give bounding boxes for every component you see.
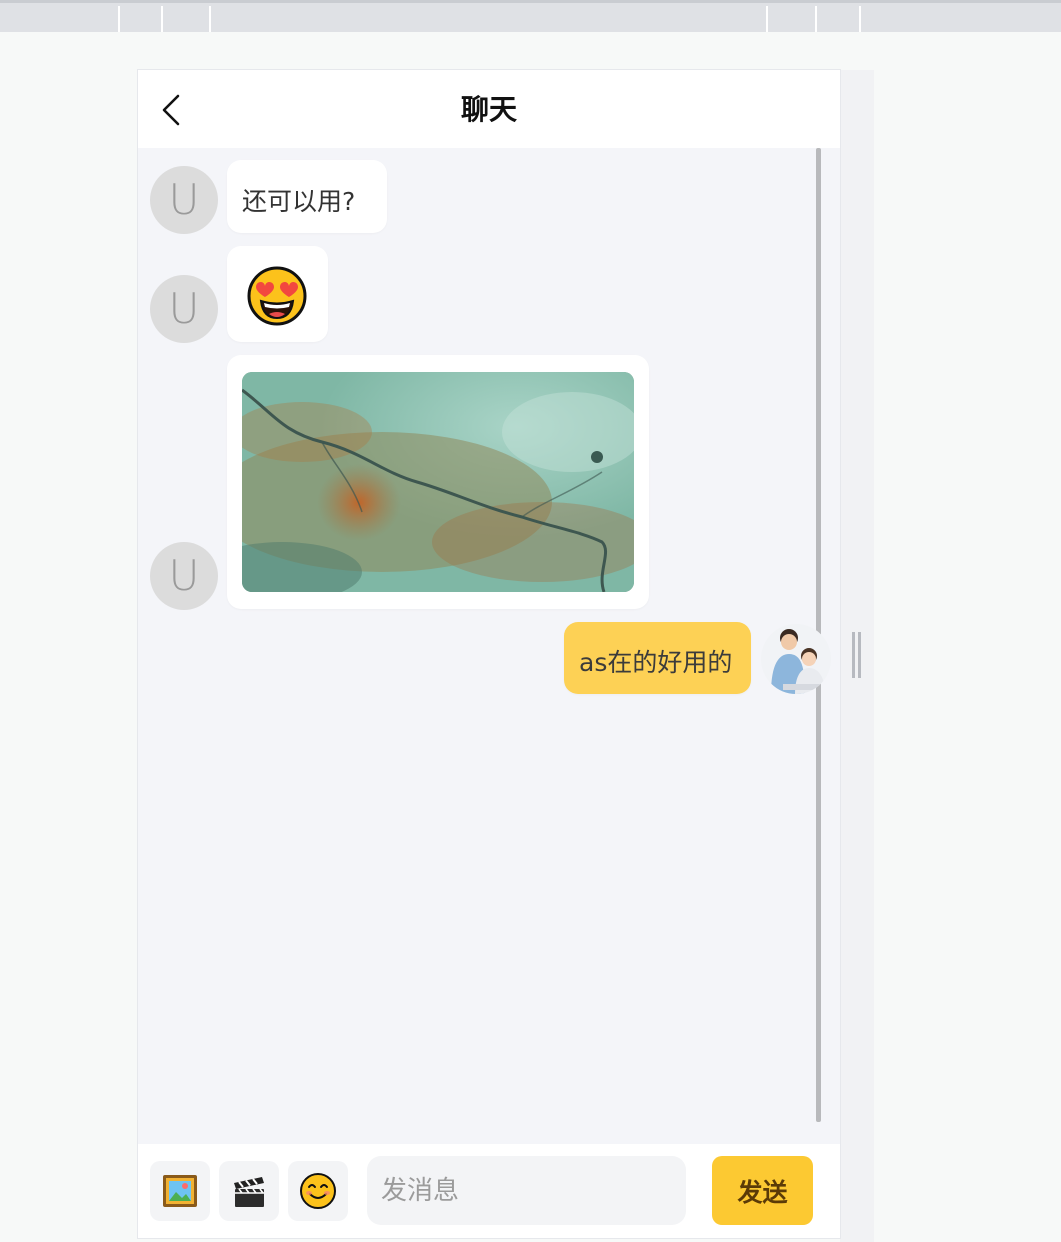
- aerial-landscape-image[interactable]: [242, 372, 634, 592]
- browser-toolbar: [0, 0, 1061, 32]
- heart-eyes-face-icon: [247, 266, 307, 326]
- toolbar-separator: [161, 6, 163, 32]
- emoji-tool-button[interactable]: [288, 1161, 348, 1221]
- contact-avatar[interactable]: U: [150, 166, 218, 234]
- composer-bar: 发送: [138, 1144, 840, 1238]
- contact-avatar[interactable]: U: [150, 542, 218, 610]
- page-title: 聊天: [460, 93, 517, 126]
- video-tool-button[interactable]: [219, 1161, 279, 1221]
- chat-screen: 聊天 U 还可以用? U U as在的好用的 发消息 发送: [138, 70, 840, 1238]
- send-button[interactable]: 发送: [712, 1156, 813, 1225]
- resize-handle[interactable]: [852, 632, 862, 678]
- message-text: as在的好用的: [579, 648, 733, 677]
- clapper-board-icon: [234, 1177, 264, 1207]
- image-message-bubble[interactable]: [227, 355, 649, 609]
- framed-picture-icon: [163, 1175, 197, 1207]
- user-photo-avatar: [761, 624, 831, 694]
- toolbar-separator: [118, 6, 120, 32]
- image-tool-button[interactable]: [150, 1161, 210, 1221]
- emoji-message-bubble[interactable]: [227, 246, 328, 342]
- toolbar-separator: [209, 6, 211, 32]
- message-text: 还可以用?: [242, 187, 356, 216]
- chat-header: 聊天: [138, 70, 840, 148]
- contact-avatar[interactable]: U: [150, 275, 218, 343]
- message-input[interactable]: [367, 1156, 686, 1225]
- smiling-face-icon: [300, 1173, 336, 1209]
- landscape-photo: [242, 372, 634, 592]
- message-bubble[interactable]: 还可以用?: [227, 160, 387, 233]
- toolbar-separator: [859, 6, 861, 32]
- my-avatar[interactable]: [761, 624, 831, 694]
- my-message-bubble[interactable]: as在的好用的: [564, 622, 751, 694]
- toolbar-separator: [766, 6, 768, 32]
- toolbar-separator: [815, 6, 817, 32]
